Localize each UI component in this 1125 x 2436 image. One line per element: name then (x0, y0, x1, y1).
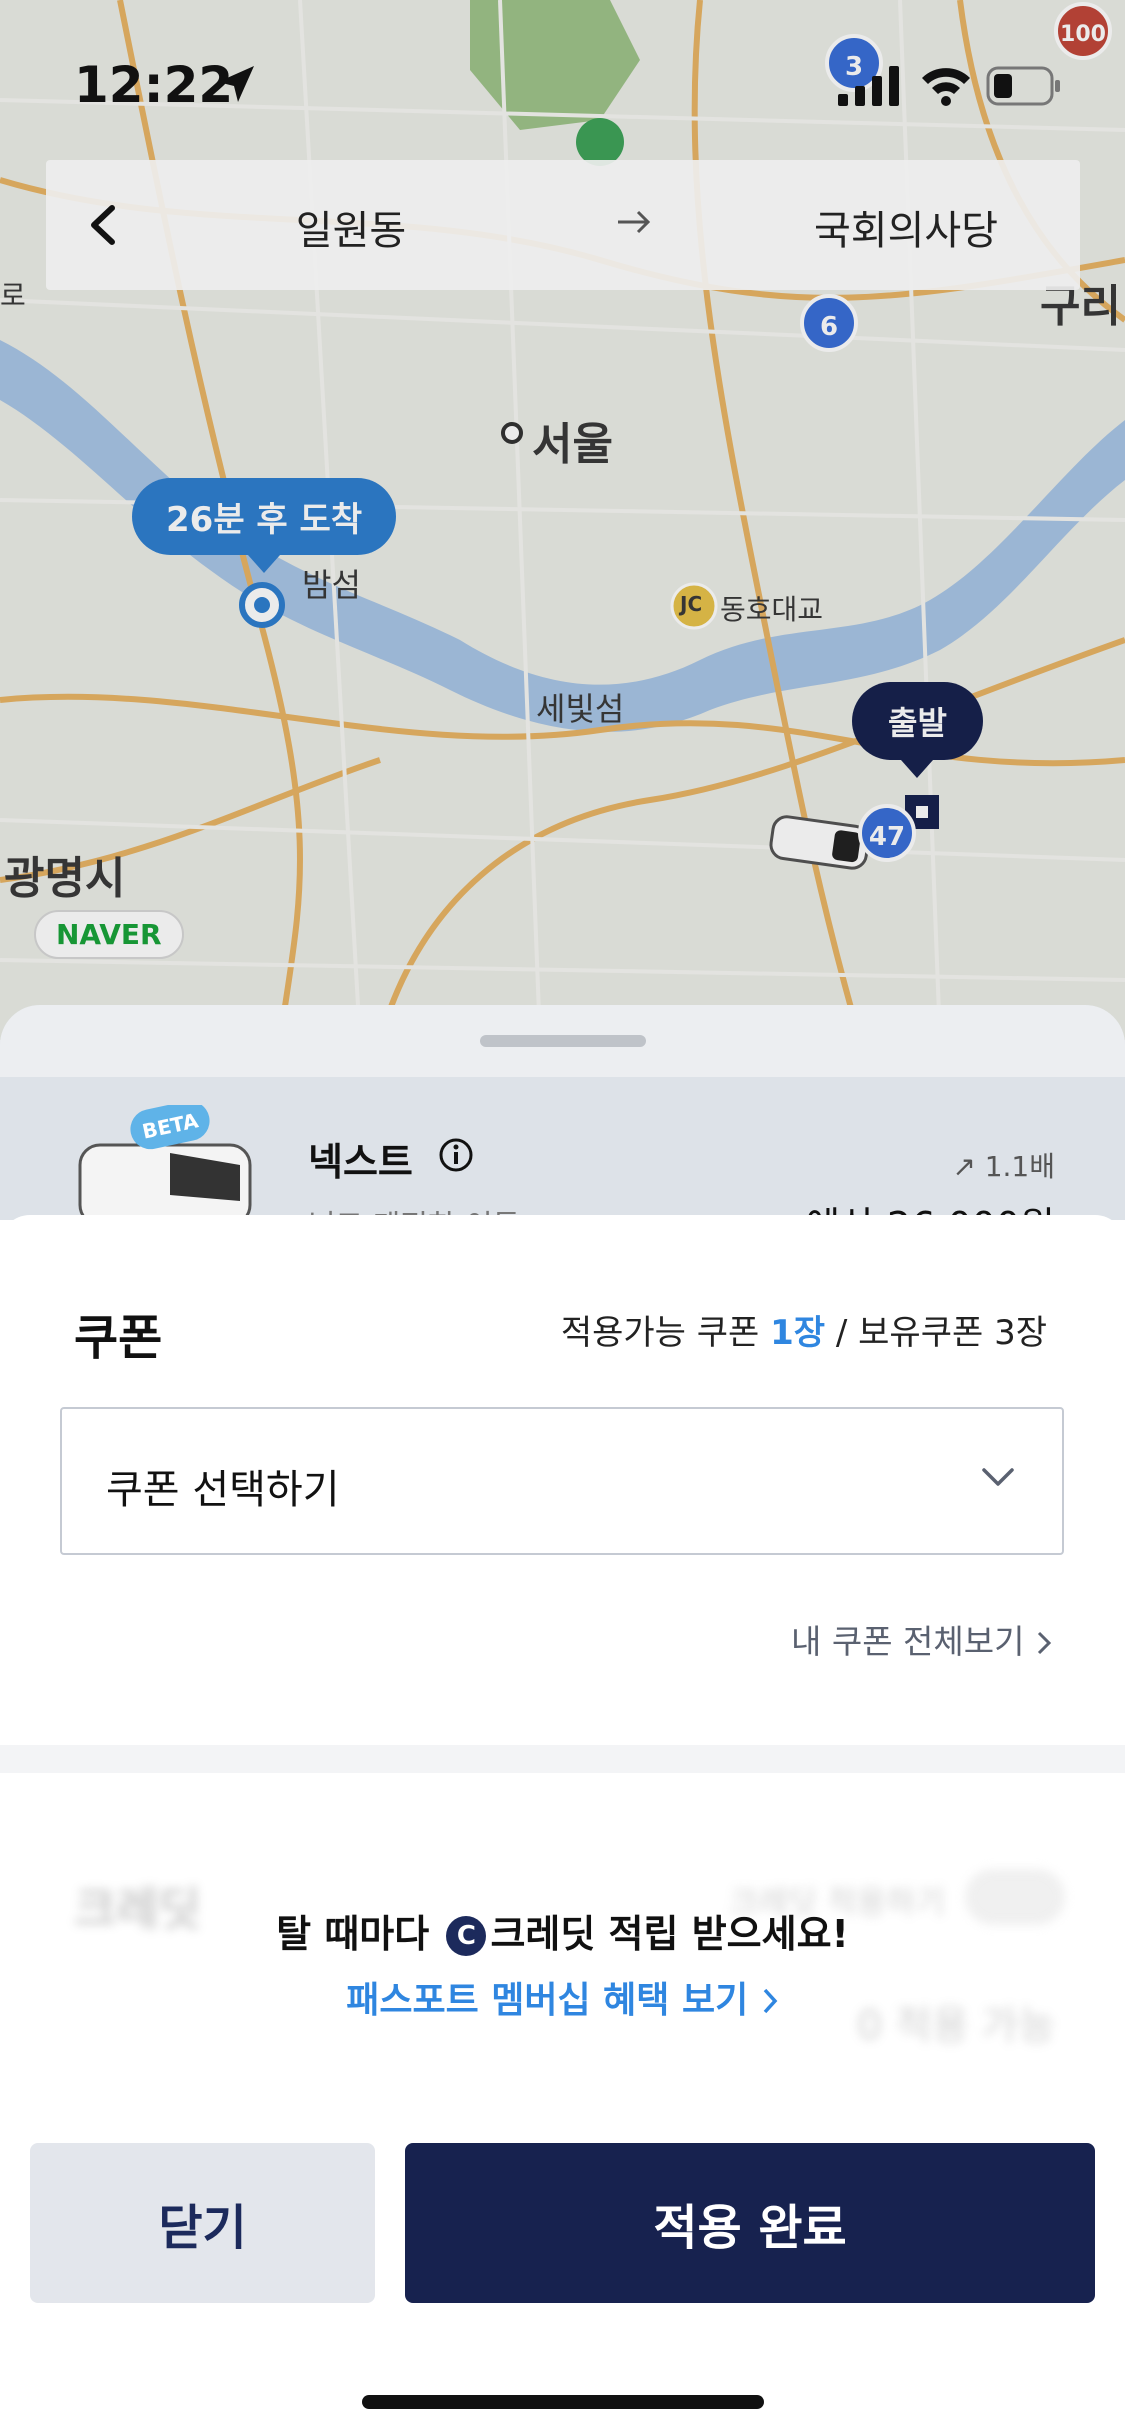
van-car-image: BETA (78, 1105, 252, 1220)
location-arrow-icon (218, 66, 254, 102)
map-label-sebitseom: 세빛섬 (536, 690, 625, 728)
coupon-bottom-sheet: 쿠폰 적용가능 쿠폰 1장 / 보유쿠폰 3장 쿠폰 선택하기 내 쿠폰 전체보… (0, 1215, 1125, 2436)
sheet-drag-handle[interactable] (480, 1035, 646, 1047)
signal-icon (838, 66, 899, 106)
close-button[interactable]: 닫기 (30, 2143, 375, 2303)
section-divider (0, 1745, 1125, 1773)
membership-link-label: 패스포트 멤버십 혜택 보기 (346, 1980, 749, 2021)
coupon-owned: / 보유쿠폰 3장 (825, 1313, 1047, 1353)
map-label-dongho: 동호대교 (720, 593, 824, 626)
apply-button[interactable]: 적용 완료 (405, 2143, 1095, 2303)
coupon-available-prefix: 적용가능 쿠폰 (560, 1313, 771, 1353)
ride-options-sheet: BETA 넥스트 ↗ 1.1배 넉고 쾌적한 이동 예상 26,000원 (0, 1005, 1125, 1220)
coupon-title: 쿠폰 (74, 1310, 163, 1366)
view-all-coupons-label: 내 쿠폰 전체보기 (791, 1622, 1025, 1661)
map-view[interactable]: 3 6 47 100 서울 밤섬 JC 동호대교 세빛섬 광명시 구리 로 26… (0, 0, 1125, 1040)
view-all-coupons-link[interactable]: 내 쿠폰 전체보기 (791, 1615, 1053, 1663)
credit-c-icon: C (446, 1916, 487, 1956)
battery-icon (986, 66, 1060, 106)
membership-benefits-link[interactable]: 패스포트 멤버십 혜택 보기 (0, 1971, 1125, 2023)
status-time: 12:22 (74, 56, 234, 114)
surge-value: 1.1배 (984, 1150, 1055, 1183)
route-header: 일원동 국회의사당 (46, 160, 1080, 290)
route-origin[interactable]: 일원동 (246, 198, 456, 256)
map-label-jc: JC (680, 592, 703, 616)
chevron-right-icon (763, 1988, 778, 2014)
route-arrow-icon (618, 210, 651, 234)
home-indicator[interactable] (362, 2395, 764, 2409)
arrival-time-bubble: 26분 후 도착 (132, 478, 397, 573)
route-destination[interactable]: 국회의사당 (746, 198, 1066, 256)
naver-logo: NAVER (34, 910, 184, 959)
start-bubble: 출발 (852, 682, 983, 778)
status-bar: 12:22 (0, 0, 1125, 150)
wifi-icon (922, 68, 970, 106)
credit-section: 크레딧 크레딧 적용하기 0 적용 가능 탈 때마다 C 크레딧 적립 받으세요!… (0, 1773, 1125, 2103)
map-label-edge-left: 로 (0, 279, 26, 312)
info-icon[interactable] (438, 1137, 474, 1173)
road-badge-47: 47 (858, 804, 916, 862)
promo-suffix: 크레딧 적립 받으세요! (490, 1912, 849, 1956)
road-badge-6: 6 (800, 294, 858, 352)
promo-prefix: 탈 때마다 (276, 1912, 443, 1956)
map-label-gwangmyeong: 광명시 (4, 853, 126, 904)
chevron-right-icon (1037, 1631, 1052, 1655)
ride-service-name: 넥스트 (308, 1140, 413, 1184)
coupon-available-count: 1장 (770, 1313, 826, 1353)
map-label-bamseom: 밤섬 (302, 566, 361, 604)
coupon-select-placeholder: 쿠폰 선택하기 (106, 1467, 340, 1513)
coupon-select-dropdown[interactable]: 쿠폰 선택하기 (60, 1407, 1064, 1555)
back-arrow-icon[interactable] (74, 194, 136, 256)
credit-promo-text: 탈 때마다 C 크레딧 적립 받으세요! (0, 1903, 1125, 1958)
map-label-seoul: 서울 (532, 419, 613, 470)
chevron-down-icon (982, 1468, 1014, 1486)
coupon-count: 적용가능 쿠폰 1장 / 보유쿠폰 3장 (561, 1305, 1047, 1354)
surge-multiplier: ↗ 1.1배 (952, 1150, 1055, 1183)
